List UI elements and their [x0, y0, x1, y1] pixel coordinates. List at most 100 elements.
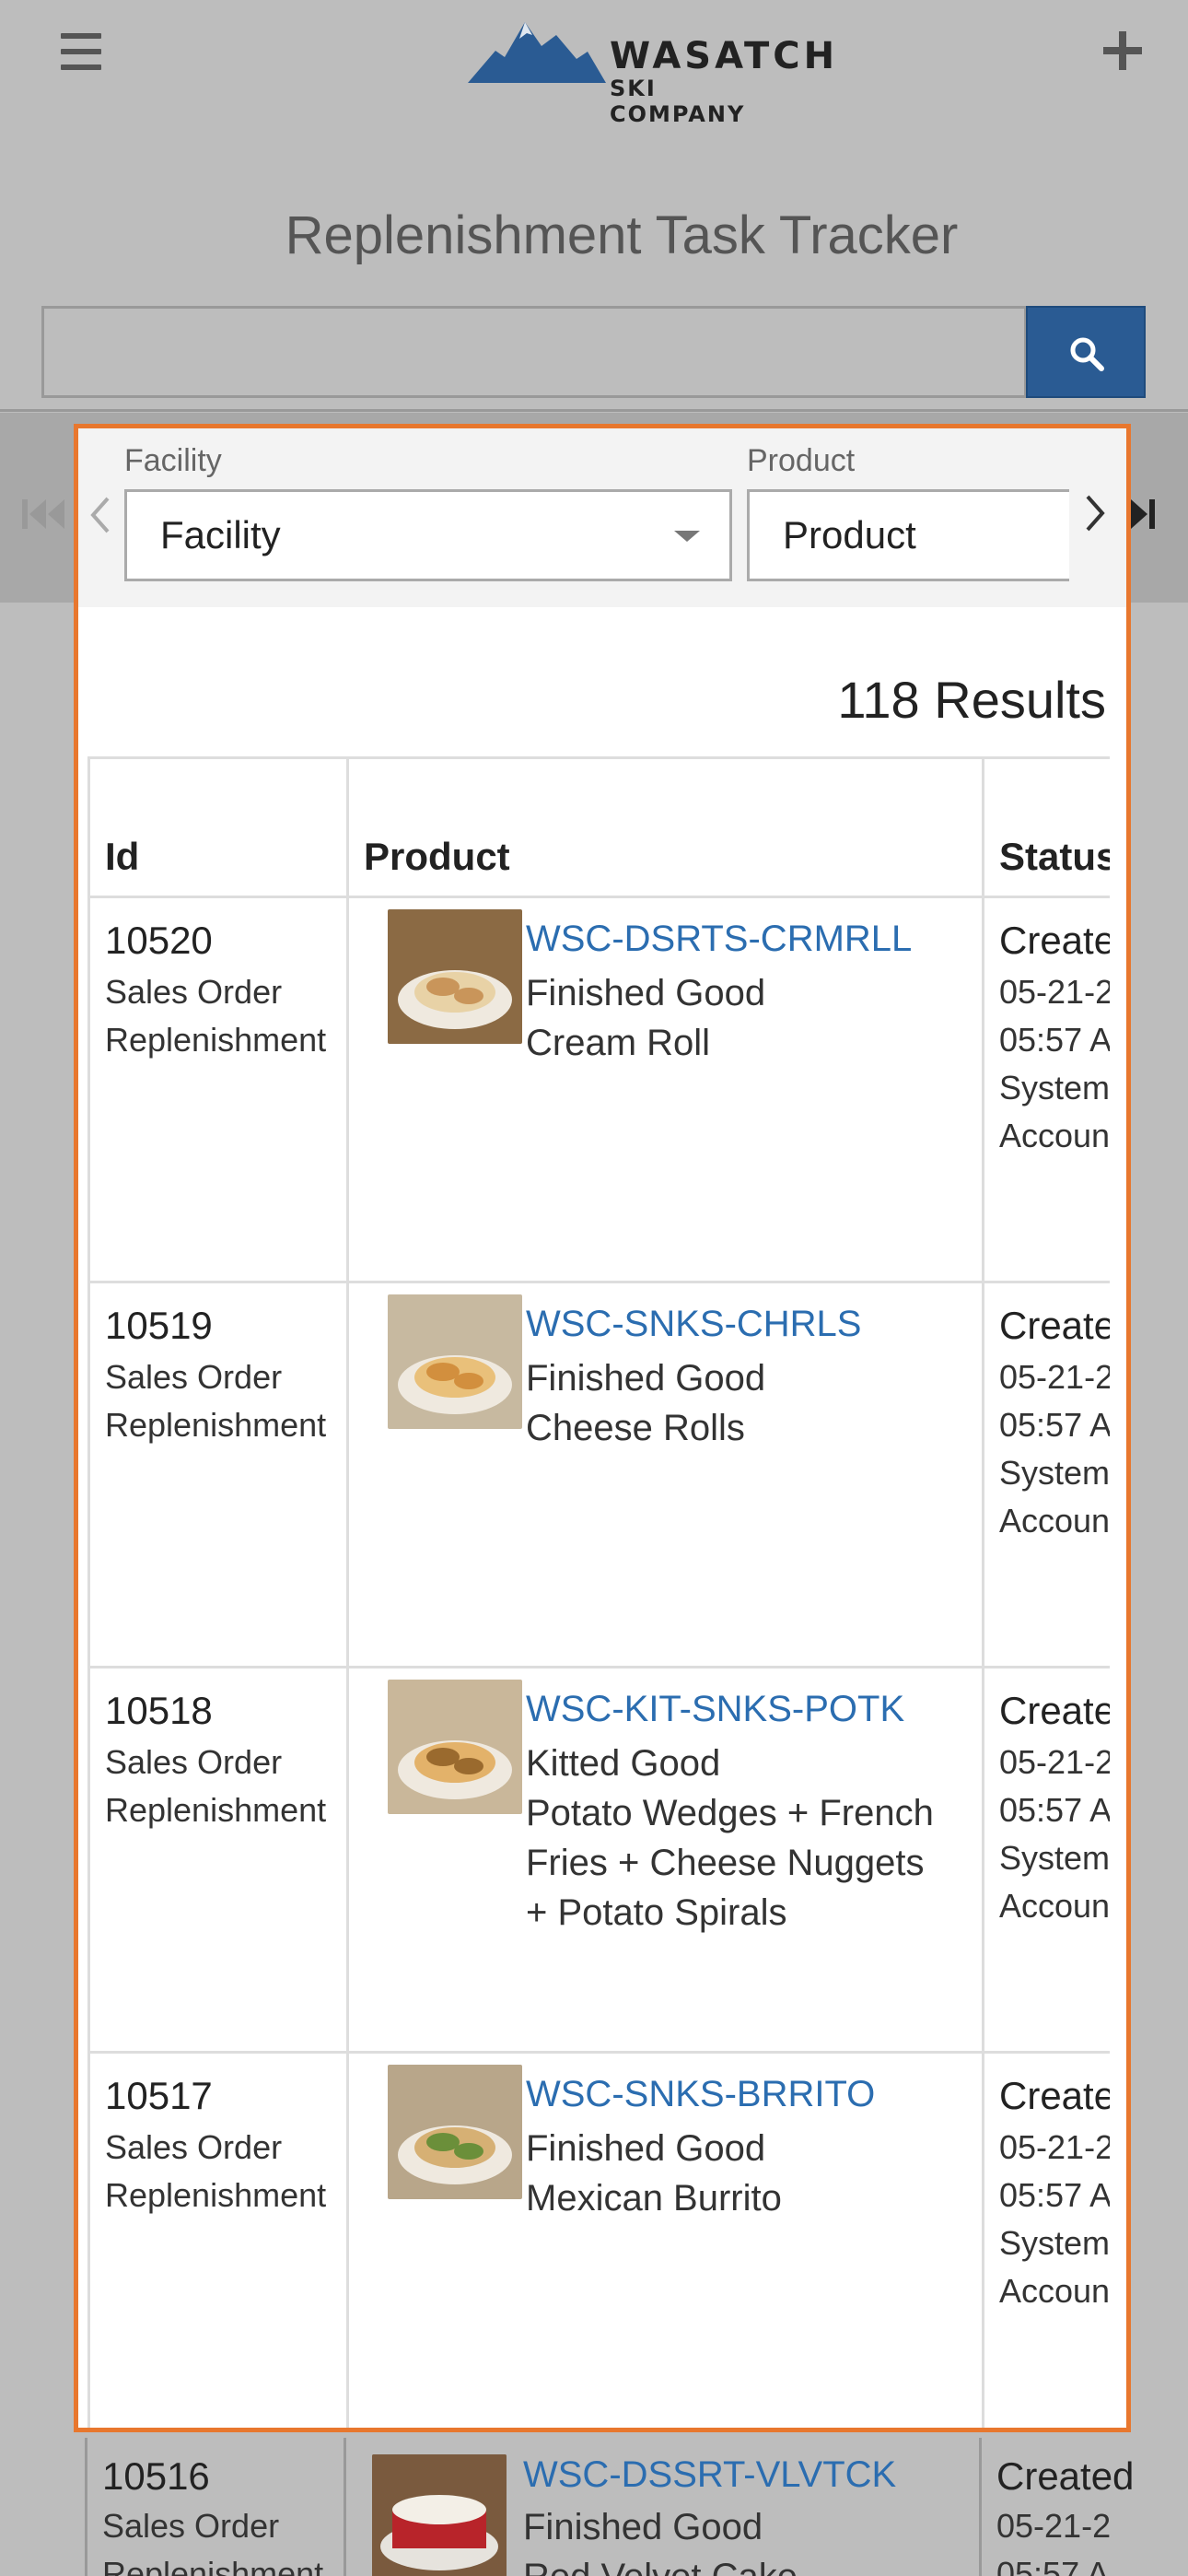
cell-product: WSC-SNKS-BRRITO Finished Good Mexican Burr…: [349, 2054, 984, 2428]
header-cell-status[interactable]: Status: [984, 756, 1110, 898]
cell-product: WSC-KIT-SNKS-POTK Kitted Good Potato Wedge…: [349, 1669, 984, 2054]
app-header: WASATCH SKI COMPANY Replenishment Task T…: [0, 0, 1188, 410]
header-id-label: Id: [105, 835, 140, 878]
product-thumbnail[interactable]: [388, 909, 522, 1044]
status-text: Created: [996, 2454, 1135, 2498]
cell-status: Created 05-21-2 05:57 A System Account: [984, 2054, 1110, 2428]
mountain-logo-icon: [468, 22, 606, 83]
cell-status: Created 05-21-2 05:57 A System Account: [984, 898, 1110, 1283]
first-page-icon[interactable]: [20, 496, 68, 533]
table-row[interactable]: 10520 Sales Order Replenishment WSC-DSRTS-C…: [87, 898, 1110, 1283]
product-thumbnail[interactable]: [372, 2454, 507, 2576]
product-description: Mexican Burrito: [526, 2178, 782, 2219]
product-sku-link[interactable]: WSC-SNKS-CHRLS: [526, 1304, 861, 1345]
row-type: Sales Order: [105, 973, 283, 1011]
product-good-type: Finished Good: [523, 2507, 763, 2547]
status-time: 05:57 A: [996, 2555, 1110, 2576]
brand-logo[interactable]: WASATCH SKI COMPANY: [468, 18, 834, 127]
status-by: System: [999, 1069, 1110, 1107]
status-text: Created: [999, 919, 1110, 962]
add-icon[interactable]: [1103, 31, 1142, 70]
header-divider: [0, 409, 1188, 412]
product-select[interactable]: Product: [747, 489, 1069, 581]
header-cell-id[interactable]: Id: [87, 756, 349, 898]
row-id: 10517: [105, 2074, 213, 2117]
row-type: Sales Order: [105, 1743, 283, 1781]
product-description: + Potato Spirals: [526, 1892, 787, 1933]
product-image-icon: [388, 2065, 522, 2199]
search-input[interactable]: [41, 306, 1027, 398]
product-sku-link[interactable]: WSC-KIT-SNKS-POTK: [526, 1689, 904, 1730]
product-thumbnail[interactable]: [388, 1680, 522, 1814]
status-time: 05:57 A: [999, 2176, 1110, 2214]
row-type-2: Replenishment: [105, 1021, 327, 1059]
header-cell-product[interactable]: Product: [349, 756, 984, 898]
status-date: 05-21-2: [999, 1743, 1110, 1781]
menu-icon[interactable]: [61, 33, 101, 70]
status-time: 05:57 A: [999, 1021, 1110, 1059]
status-text: Created: [999, 1304, 1110, 1347]
product-thumbnail[interactable]: [388, 2065, 522, 2199]
cell-status: Created 05-21-2 05:57 A: [982, 2438, 1166, 2576]
results-table: Id Product Status 10520 Sales Order Replen…: [87, 756, 1110, 2428]
search-button[interactable]: [1026, 306, 1146, 398]
search-icon: [1070, 337, 1104, 371]
product-description: Red Velvet Cake: [523, 2552, 798, 2576]
product-select-value: Product: [783, 513, 916, 556]
cell-status: Created 05-21-2 05:57 A System Account: [984, 1283, 1110, 1669]
filter-row: Facility Facility Product Product: [78, 428, 1126, 607]
facility-select[interactable]: Facility: [124, 489, 732, 581]
chevron-down-icon: [674, 531, 700, 542]
status-by: System: [999, 2224, 1110, 2262]
cake-image-icon: [372, 2454, 507, 2576]
status-date: 05-21-2: [999, 2128, 1110, 2166]
product-image-icon: [388, 1680, 522, 1814]
product-sku-link[interactable]: WSC-SNKS-BRRITO: [526, 2074, 875, 2115]
highlighted-panel: Facility Facility Product Product 118 Re…: [74, 424, 1131, 2432]
status-time: 05:57 A: [999, 1406, 1110, 1444]
status-by: System: [999, 1454, 1110, 1492]
table-row[interactable]: 10519 Sales Order Replenishment WSC-SNKS-CH…: [87, 1283, 1110, 1669]
page-title: Replenishment Task Tracker: [285, 205, 959, 265]
status-by-2: Account: [999, 2272, 1110, 2310]
status-date: 05-21-2: [999, 973, 1110, 1011]
facility-select-value: Facility: [160, 513, 281, 556]
chevron-right-icon[interactable]: [1082, 493, 1108, 533]
results-count: 118 Results: [837, 671, 1106, 729]
status-by: System: [999, 1839, 1110, 1877]
status-by-2: Account: [999, 1502, 1110, 1540]
brand-subname: SKI COMPANY: [610, 76, 746, 127]
row-id: 10516: [102, 2454, 210, 2498]
product-label: Product: [747, 443, 856, 478]
product-thumbnail[interactable]: [388, 1294, 522, 1429]
status-date: 05-21-2: [996, 2507, 1112, 2545]
row-id: 10520: [105, 919, 213, 962]
brand-name: WASATCH: [610, 35, 839, 77]
status-text: Created: [999, 2074, 1110, 2117]
cell-product: WSC-DSRTS-CRMRLL Finished Good Cream Roll: [349, 898, 984, 1283]
product-description: Cream Roll: [526, 1023, 711, 1063]
cell-id: 10517 Sales Order Replenishment: [87, 2054, 349, 2428]
product-sku-link[interactable]: WSC-DSRTS-CRMRLL: [526, 919, 912, 960]
chevron-left-icon[interactable]: [89, 495, 111, 535]
product-description: Potato Wedges + French: [526, 1793, 934, 1833]
product-sku-link[interactable]: WSC-DSSRT-VLVTCK: [523, 2454, 896, 2496]
row-type: Sales Order: [102, 2507, 280, 2545]
status-date: 05-21-2: [999, 1358, 1110, 1396]
row-id: 10518: [105, 1689, 213, 1732]
status-by-2: Account: [999, 1117, 1110, 1154]
product-good-type: Finished Good: [526, 1358, 766, 1399]
table-row[interactable]: 10517 Sales Order Replenishment WSC-SNKS-BR…: [87, 2054, 1110, 2428]
cell-id: 10518 Sales Order Replenishment: [87, 1669, 349, 2054]
table-row[interactable]: 10518 Sales Order Replenishment WSC-KIT-SNK…: [87, 1669, 1110, 2054]
cell-product: WSC-DSSRT-VLVTCK Finished Good Red Velve…: [346, 2438, 982, 2576]
header-status-label: Status: [999, 835, 1110, 878]
status-text: Created: [999, 1689, 1110, 1732]
product-image-icon: [388, 1294, 522, 1429]
cell-id: 10516 Sales Order Replenishment: [85, 2438, 346, 2576]
cell-status: Created 05-21-2 05:57 A System Account: [984, 1669, 1110, 2054]
table-row-partial[interactable]: 10516 Sales Order Replenishment WSC-DSSR…: [85, 2438, 1188, 2576]
cell-id: 10519 Sales Order Replenishment: [87, 1283, 349, 1669]
row-type-2: Replenishment: [102, 2555, 324, 2576]
row-type: Sales Order: [105, 2128, 283, 2166]
